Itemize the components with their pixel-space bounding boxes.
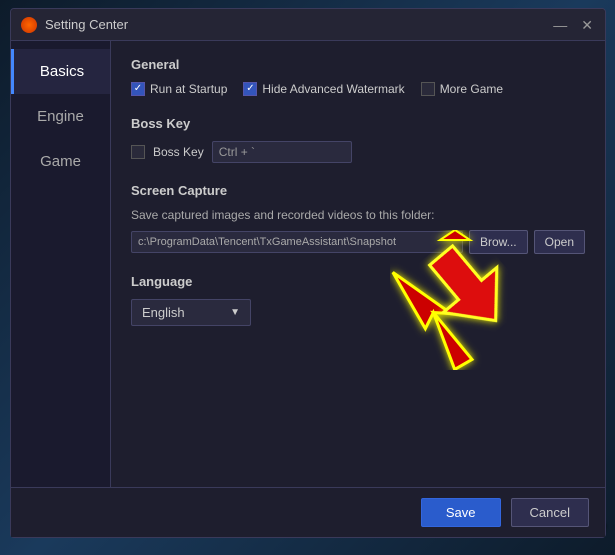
general-title: General xyxy=(131,57,585,72)
chevron-down-icon: ▼ xyxy=(230,307,240,318)
run-at-startup-item: ✓ Run at Startup xyxy=(131,82,227,96)
boss-key-checkbox[interactable] xyxy=(131,145,145,159)
main-panel: General ✓ Run at Startup ✓ Hide Advanced… xyxy=(111,41,605,487)
window-title: Setting Center xyxy=(45,17,551,32)
check-icon-2: ✓ xyxy=(246,84,254,94)
sidebar-item-engine[interactable]: Engine xyxy=(11,94,110,139)
language-title: Language xyxy=(131,274,585,289)
sidebar: Basics Engine Game xyxy=(11,41,111,487)
app-icon xyxy=(21,17,37,33)
boss-key-title: Boss Key xyxy=(131,116,585,131)
language-selected-value: English xyxy=(142,305,185,320)
language-section: Language English ▼ xyxy=(131,274,585,326)
setting-center-dialog: Setting Center — ✕ Basics Engine Game Ge… xyxy=(10,8,606,538)
run-at-startup-label: Run at Startup xyxy=(150,82,227,96)
more-game-label: More Game xyxy=(440,82,503,96)
more-game-item: More Game xyxy=(421,82,503,96)
capture-description: Save captured images and recorded videos… xyxy=(131,208,585,222)
sidebar-item-basics[interactable]: Basics xyxy=(11,49,110,94)
open-button[interactable]: Open xyxy=(534,230,585,254)
screen-capture-title: Screen Capture xyxy=(131,183,585,198)
capture-path-display: c:\ProgramData\Tencent\TxGameAssistant\S… xyxy=(131,231,463,253)
general-section: General ✓ Run at Startup ✓ Hide Advanced… xyxy=(131,57,585,96)
title-bar: Setting Center — ✕ xyxy=(11,9,605,41)
boss-key-input[interactable] xyxy=(212,141,352,163)
check-icon: ✓ xyxy=(134,84,142,94)
save-button[interactable]: Save xyxy=(421,498,501,527)
boss-key-row: Boss Key xyxy=(131,141,585,163)
browse-button[interactable]: Brow... xyxy=(469,230,528,254)
hide-watermark-item: ✓ Hide Advanced Watermark xyxy=(243,82,404,96)
hide-watermark-checkbox[interactable]: ✓ xyxy=(243,82,257,96)
title-controls: — ✕ xyxy=(551,18,595,32)
language-dropdown[interactable]: English ▼ xyxy=(131,299,251,326)
capture-path-row: c:\ProgramData\Tencent\TxGameAssistant\S… xyxy=(131,230,585,254)
boss-key-section: Boss Key Boss Key xyxy=(131,116,585,163)
close-button[interactable]: ✕ xyxy=(579,18,595,32)
more-game-checkbox[interactable] xyxy=(421,82,435,96)
cancel-button[interactable]: Cancel xyxy=(511,498,589,527)
run-at-startup-checkbox[interactable]: ✓ xyxy=(131,82,145,96)
content-area: Basics Engine Game General ✓ Run at St xyxy=(11,41,605,487)
minimize-button[interactable]: — xyxy=(551,18,569,32)
bottom-bar: Save Cancel xyxy=(11,487,605,537)
general-options-row: ✓ Run at Startup ✓ Hide Advanced Waterma… xyxy=(131,82,585,96)
screen-capture-section: Screen Capture Save captured images and … xyxy=(131,183,585,254)
boss-key-label: Boss Key xyxy=(153,145,204,159)
sidebar-item-game[interactable]: Game xyxy=(11,139,110,184)
hide-watermark-label: Hide Advanced Watermark xyxy=(262,82,404,96)
